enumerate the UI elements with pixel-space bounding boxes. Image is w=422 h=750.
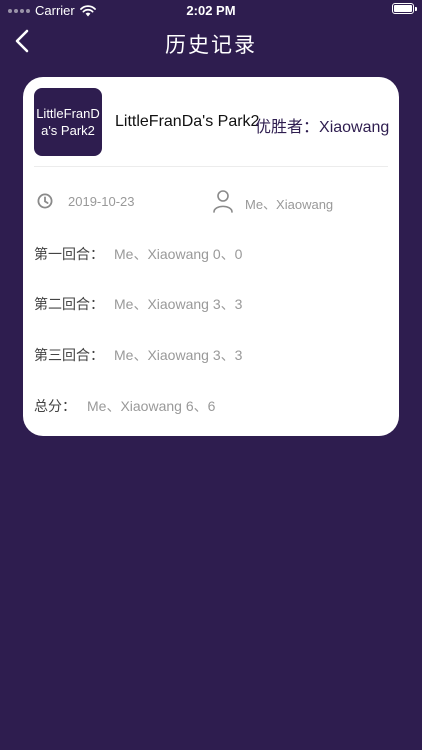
round-row-1: 第一回合： Me、Xiaowang 0、0 [23,244,399,264]
round-row-3: 第三回合： Me、Xiaowang 3、3 [23,345,399,365]
round-label: 第三回合： [34,347,104,363]
total-score: Me、Xiaowang 6、6 [87,398,216,414]
round-row-2: 第二回合： Me、Xiaowang 3、3 [23,294,399,314]
round-score: Me、Xiaowang 0、0 [114,246,243,262]
page-title: 历史记录 [165,34,257,57]
record-header: LittleFranDa's Park2 LittleFranDa's Park… [23,77,399,167]
status-bar: Carrier 2:02 PM [0,0,422,22]
nav-bar: 历史记录 [0,22,422,62]
winner-info: 优胜者：Xiaowang [255,113,389,137]
battery-icon [392,3,417,14]
winner-name: Xiaowang [319,119,390,136]
record-date: 2019-10-23 [68,194,135,209]
round-score: Me、Xiaowang 3、3 [114,296,243,312]
round-label: 第一回合： [34,246,104,262]
park-name: LittleFranDa's Park2 [115,113,260,130]
park-thumbnail: LittleFranDa's Park2 [34,88,102,156]
status-time: 2:02 PM [186,3,236,18]
divider [34,166,388,167]
total-row: 总分： Me、Xiaowang 6、6 [23,396,399,416]
clock-icon [37,193,53,209]
record-info-row: 2019-10-23 Me、Xiaowang [23,185,399,217]
round-label: 第二回合： [34,296,104,312]
winner-label: 优胜者： [255,119,320,136]
status-right [392,3,417,14]
person-icon [213,190,233,213]
total-label: 总分： [34,398,76,414]
round-score: Me、Xiaowang 3、3 [114,347,243,363]
history-record-card[interactable]: LittleFranDa's Park2 LittleFranDa's Park… [23,77,399,436]
record-players: Me、Xiaowang [245,197,334,212]
